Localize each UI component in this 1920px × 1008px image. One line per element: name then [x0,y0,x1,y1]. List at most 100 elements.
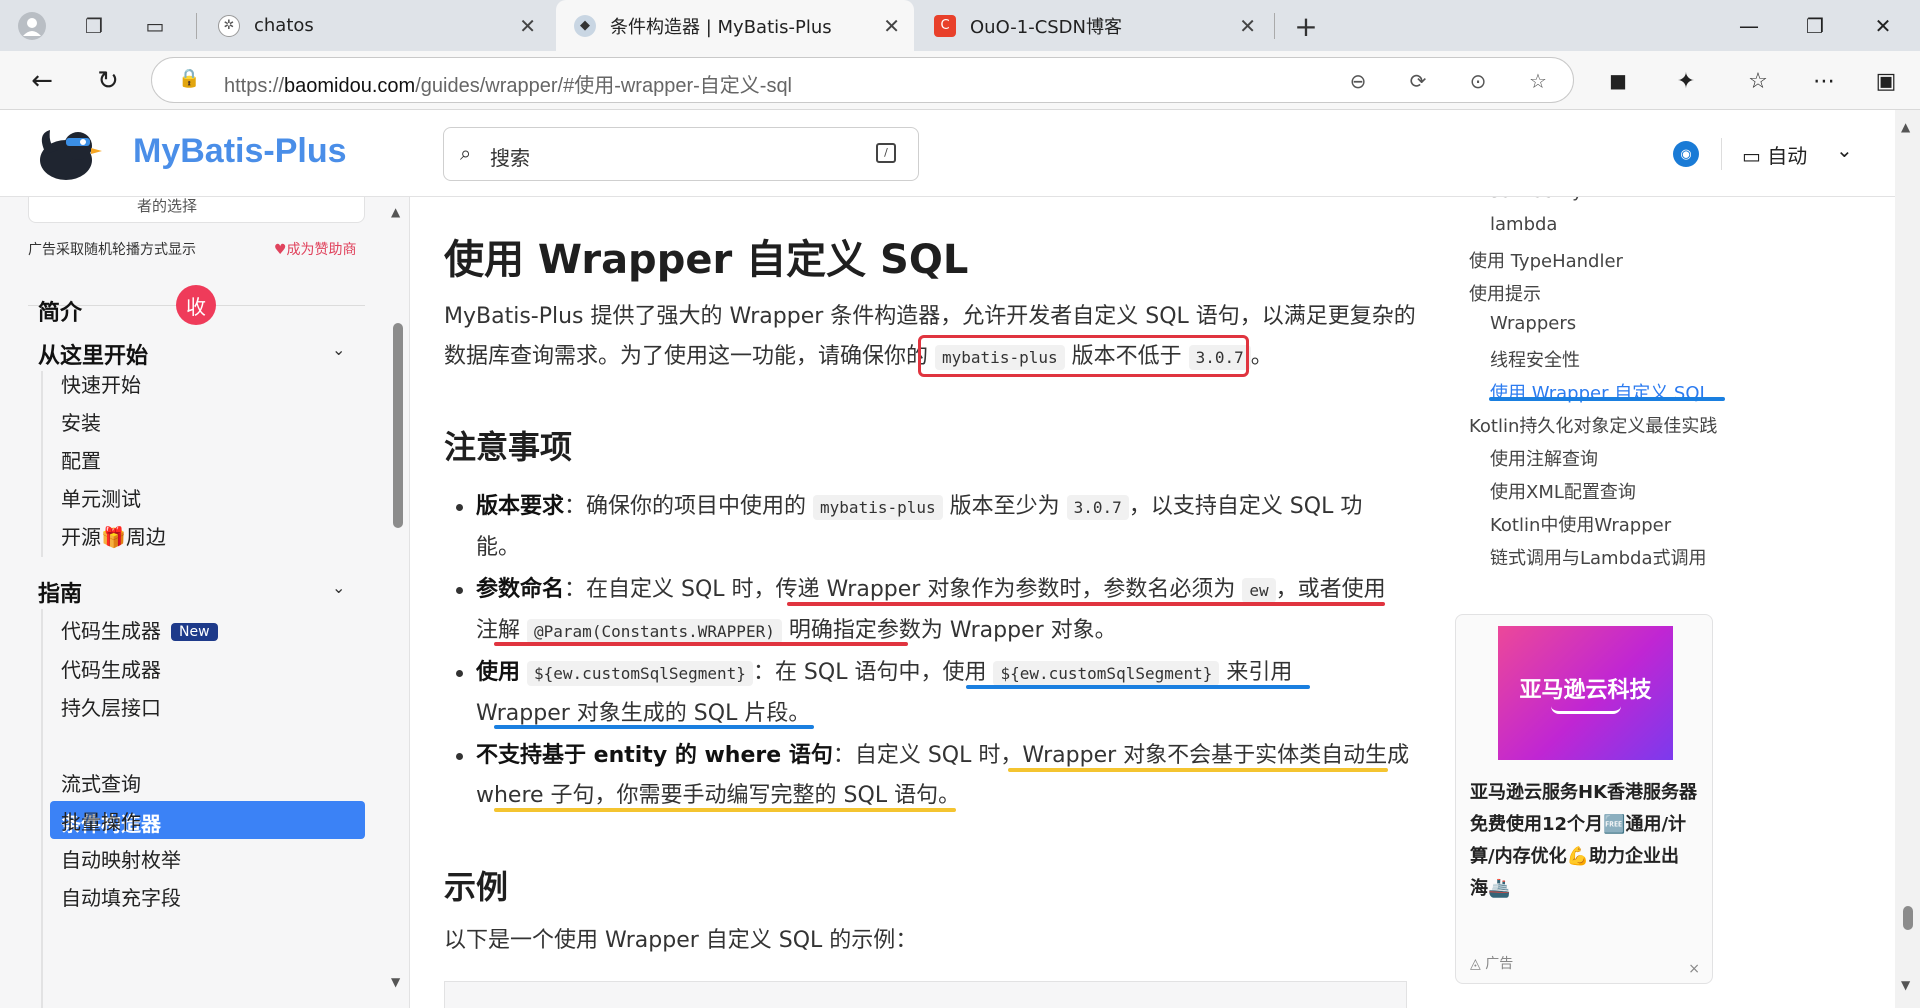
tab-title: 条件构造器 | MyBatis-Plus [610,16,832,38]
ad-image[interactable]: 亚马逊云科技 [1498,626,1673,760]
scrollbar-thumb[interactable] [1903,906,1913,930]
close-tab-icon[interactable]: ✕ [1239,14,1256,38]
code-block[interactable] [444,981,1407,1008]
example-heading: 示例 [444,868,509,906]
nav-section-intro[interactable]: 简介 [38,295,82,327]
zoom-icon[interactable]: ⊖ [1343,66,1373,96]
scroll-up-arrow[interactable]: ▲ [1901,120,1910,134]
refresh-icon[interactable]: ↻ [88,61,128,101]
collapse-button[interactable]: 收 [176,285,216,325]
left-sidebar: 者的选择 广告采取随机轮播方式显示 ♥成为赞助商 收 简介 从这里开始 ⌄ 快速… [0,197,410,1008]
outline-item[interactable]: Kotlin持久化对象定义最佳实践 [1469,412,1717,438]
ad-note: 广告采取随机轮播方式显示 [28,242,196,258]
scroll-up-arrow[interactable]: ▲ [391,205,400,219]
ad-close-icon[interactable]: × [1688,961,1700,977]
outline-item[interactable]: Kotlin中使用Wrapper [1490,511,1671,537]
sidebar-item-stream[interactable]: 流式查询 [61,768,141,797]
sidebar-scrollbar[interactable] [393,323,403,528]
nav-section-start[interactable]: 从这里开始 [38,338,148,370]
new-tab-icon[interactable]: + [1288,8,1324,44]
outline-item[interactable]: Wrappers [1490,313,1576,334]
extensions-icon[interactable]: ✦ [1666,61,1706,101]
scroll-down-arrow[interactable]: ▼ [391,975,400,989]
search-input[interactable]: ⌕ 搜索 / [443,127,919,181]
new-badge: New [171,623,218,641]
example-intro: 以下是一个使用 Wrapper 自定义 SQL 的示例： [444,928,918,953]
red-underline [787,602,1385,606]
outline-item[interactable]: lambda [1490,214,1557,235]
ad-label: ◬ 广告 [1470,956,1514,972]
outline-item[interactable]: 使用 TypeHandler [1469,247,1623,273]
sidebar-item-mapper[interactable]: 持久层接口 [61,692,161,721]
page-scrollbar[interactable]: ▲ ▼ [1895,110,1920,1008]
yellow-underline [494,808,956,812]
mybatis-bird-icon: ◆ [574,14,596,37]
main-content: 使用 Wrapper 自定义 SQL MyBatis-Plus 提供了强大的 W… [410,197,1435,1008]
close-tab-icon[interactable]: ✕ [883,14,900,38]
sidebar-item-batch[interactable]: 批量操作 [61,806,141,835]
more-options-icon[interactable]: ⊙ [1463,66,1493,96]
sidebar-item-config[interactable]: 配置 [61,445,101,474]
outline-item[interactable]: setDecrBy [1490,197,1583,202]
sidebar-item-install[interactable]: 安装 [61,407,101,436]
sidebar-item-codegen[interactable]: 代码生成器 [61,654,161,683]
mybatis-logo-icon[interactable] [36,124,102,184]
extension-game-icon[interactable]: ◼ [1598,61,1638,101]
github-icon[interactable]: ◉ [1673,141,1699,167]
sidebar-item-unit-test[interactable]: 单元测试 [61,483,141,512]
lock-icon[interactable]: 🔒 [178,68,200,89]
chevron-down-icon[interactable]: ⌄ [1836,138,1853,162]
settings-more-icon[interactable]: ⋯ [1804,61,1844,101]
sidebar-item-quickstart[interactable]: 快速开始 [61,369,141,398]
intro-paragraph-line1: MyBatis-Plus 提供了强大的 Wrapper 条件构造器，允许开发者自… [444,304,1416,329]
search-placeholder: 搜索 [490,146,530,170]
close-window-icon[interactable]: ✕ [1850,0,1916,51]
outline-item[interactable]: 使用提示 [1469,280,1541,306]
red-underline [494,642,908,646]
close-tab-icon[interactable]: ✕ [519,14,536,38]
favorite-star-icon[interactable]: ☆ [1523,66,1553,96]
sidebar-item-enum[interactable]: 自动映射枚举 [61,844,181,873]
outline-item[interactable]: 使用注解查询 [1490,445,1598,471]
outline-item[interactable]: 链式调用与Lambda式调用 [1490,544,1706,570]
sponsor-ad-card[interactable]: 者的选择 [28,197,365,223]
url-text[interactable]: https://baomidou.com/guides/wrapper/#使用-… [224,69,792,98]
outline-item-active[interactable]: 使用 Wrapper 自定义 SQL [1490,379,1710,405]
tab-wrapper[interactable]: ◆ 条件构造器 | MyBatis-Plus ✕ [556,0,914,51]
yellow-underline [1008,768,1388,772]
ad-box[interactable]: 亚马逊云科技 亚马逊云服务HK香港服务器 免费使用12个月🆓通用/计 算/内存优… [1455,614,1713,984]
back-icon[interactable]: ← [22,61,62,101]
translate-icon[interactable]: ⟳ [1403,66,1433,96]
outline-item[interactable]: 使用XML配置查询 [1490,478,1636,504]
blue-underline [966,685,1310,689]
chevron-down-icon[interactable]: ⌄ [332,340,345,359]
outline-item[interactable]: 线程安全性 [1490,346,1580,372]
sidebar-item-codegen-new[interactable]: 代码生成器 New [61,615,218,644]
sidebar-item-autofill[interactable]: 自动填充字段 [61,882,181,911]
restore-icon[interactable]: ❐ [1782,0,1848,51]
ad-text[interactable]: 亚马逊云服务HK香港服务器 免费使用12个月🆓通用/计 算/内存优化💪助力企业出… [1470,777,1700,905]
sidebar-item-merch[interactable]: 开源🎁周边 [61,521,166,550]
theme-mode-select[interactable]: ▭ 自动 [1742,140,1807,169]
become-sponsor-link[interactable]: ♥成为赞助商 [274,239,357,259]
nav-section-guide[interactable]: 指南 [38,576,82,608]
blue-underline [494,725,814,729]
page-outline: setDecrBy lambda 使用 TypeHandler 使用提示 Wra… [1435,197,1895,1008]
page-title: 使用 Wrapper 自定义 SQL [444,237,969,283]
tab-actions-icon[interactable]: ▭ [137,8,173,44]
collections-icon[interactable]: ❐ [76,8,112,44]
site-logo-text[interactable]: MyBatis-Plus [133,132,347,171]
notes-heading: 注意事项 [444,428,573,466]
minimize-icon[interactable]: — [1716,0,1782,51]
favorites-icon[interactable]: ☆ [1738,61,1778,101]
profile-icon[interactable] [14,8,50,44]
list-item: 不支持基于 entity 的 where 语句：自定义 SQL 时，Wrappe… [456,736,1416,816]
scroll-down-arrow[interactable]: ▼ [1901,978,1910,992]
chevron-down-icon[interactable]: ⌄ [332,578,345,597]
tab-csdn[interactable]: C OuO-1-CSDN博客 ✕ [916,0,1270,51]
sidebar-toggle-icon[interactable]: ▣ [1866,61,1906,101]
tab-chatos[interactable]: ✲ chatos ✕ [200,0,550,51]
smile-arrow-icon [1550,706,1621,714]
list-item: 版本要求：确保你的项目中使用的 mybatis-plus 版本至少为 3.0.7… [456,487,1416,568]
address-bar[interactable]: 🔒 https://baomidou.com/guides/wrapper/#使… [151,57,1574,103]
